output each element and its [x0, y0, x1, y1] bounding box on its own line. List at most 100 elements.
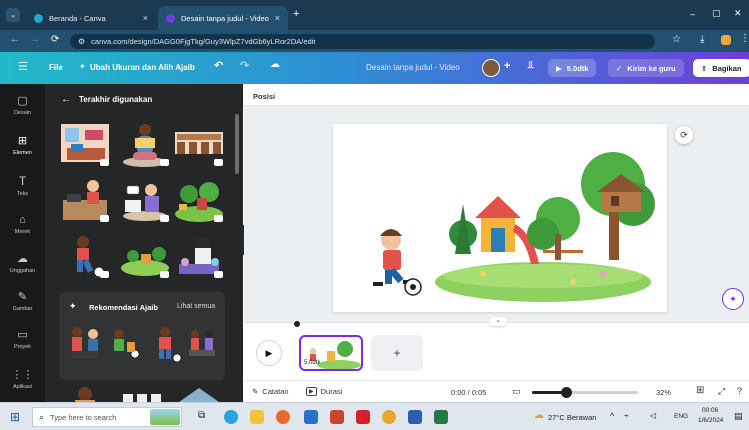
design-page[interactable] [333, 124, 667, 312]
back-arrow-icon[interactable]: ← [10, 34, 20, 45]
extension-icon[interactable] [721, 35, 731, 45]
acrobat-icon[interactable] [356, 410, 370, 424]
timeline-expand-handle[interactable]: ⌄ [489, 317, 507, 326]
close-tab-icon[interactable]: × [275, 13, 280, 23]
excel-icon[interactable] [434, 410, 448, 424]
play-button[interactable]: ▶ [256, 340, 282, 366]
forward-arrow-icon[interactable]: → [30, 34, 40, 45]
hamburger-menu-icon[interactable]: ☰ [18, 60, 28, 73]
element-thumbnail[interactable] [59, 384, 111, 402]
windows-start-icon[interactable]: ⊞ [10, 410, 20, 424]
play-duration-button[interactable]: ▶ 5.0dtk [548, 59, 597, 77]
browser-menu-icon[interactable]: ⋮ [740, 33, 749, 44]
resize-button[interactable]: Ubah Ukuran dan Alih Ajaib [90, 63, 195, 72]
timeline-clip[interactable]: 5.0dtk [299, 335, 363, 371]
animated-badge [214, 271, 223, 278]
close-window-button[interactable]: ✕ [734, 8, 742, 19]
element-thumbnail[interactable] [59, 232, 111, 280]
position-button[interactable]: Posisi [253, 92, 275, 101]
tab-search-button[interactable]: ⌄ [6, 8, 20, 22]
notes-button[interactable]: ✎ Catatan [252, 387, 289, 396]
close-tab-icon[interactable]: × [143, 13, 148, 23]
document-title[interactable]: Desain tanpa judul - Video [366, 63, 460, 72]
element-thumbnail[interactable] [119, 120, 171, 168]
fullscreen-icon[interactable]: ⤢ [718, 386, 725, 397]
undo-icon[interactable]: ↶ [214, 59, 223, 72]
send-to-teacher-button[interactable]: ✓ Kirim ke guru [608, 59, 684, 77]
rail-item-apps[interactable]: ⋮⋮ Aplikasi [0, 368, 45, 390]
editor-menu-bar: ☰ File ✦ Ubah Ukuran dan Alih Ajaib ↶ ↷ … [0, 52, 749, 84]
clock-time[interactable]: 00:06 [702, 407, 718, 414]
notes-label: Catatan [262, 387, 289, 396]
maximize-button[interactable]: ▢ [712, 8, 721, 19]
tab-beranda[interactable]: Beranda - Canva × [26, 6, 156, 30]
element-thumbnail[interactable] [59, 176, 111, 224]
file-explorer-icon[interactable] [250, 410, 264, 424]
element-thumbnail[interactable] [173, 384, 225, 402]
help-icon[interactable]: ? [737, 386, 742, 396]
duration-button[interactable]: ▶ Durasi [306, 387, 342, 396]
tray-chevron-icon[interactable]: ^ [610, 411, 614, 421]
recommendation-item[interactable] [67, 324, 105, 364]
firefox-icon[interactable] [276, 410, 290, 424]
word-icon[interactable] [408, 410, 422, 424]
address-field[interactable]: ⚙ canva.com/design/DAGG0FjgTkg/Guy3WlpZ7… [70, 34, 655, 49]
language-indicator[interactable]: ENG [674, 413, 688, 420]
rail-item-draw[interactable]: ✎ Gambar [0, 290, 45, 312]
zoom-slider[interactable] [532, 387, 638, 398]
rail-item-text[interactable]: T Teks [0, 174, 45, 197]
cloud-save-icon[interactable]: ☁ [270, 59, 280, 70]
clock-date[interactable]: 1/6/2024 [698, 417, 723, 424]
zoom-value[interactable]: 32% [656, 388, 671, 397]
rail-item-design[interactable]: ▢ Desain [0, 94, 45, 116]
duration-icon: ▶ [306, 387, 317, 396]
element-thumbnail[interactable] [173, 232, 225, 280]
add-people-button[interactable]: + [504, 60, 510, 72]
rail-item-projects[interactable]: ▭ Proyek [0, 328, 45, 350]
reload-icon[interactable]: ⟳ [51, 34, 59, 45]
rail-item-elements[interactable]: ⊞ Elemen [0, 134, 45, 156]
element-thumbnail[interactable] [173, 176, 225, 224]
refresh-page-button[interactable]: ⟳ [675, 126, 693, 144]
magic-assistant-button[interactable]: ✦ [722, 288, 744, 310]
see-all-link[interactable]: Lihat semua [177, 303, 215, 310]
playhead-marker[interactable] [294, 321, 300, 327]
bookmark-star-icon[interactable]: ☆ [672, 34, 681, 45]
element-thumbnail[interactable] [59, 120, 111, 168]
download-icon[interactable]: ⤓ [700, 34, 704, 45]
notifications-icon[interactable]: ▤ [734, 411, 743, 422]
redo-icon[interactable]: ↷ [240, 59, 249, 72]
task-view-icon[interactable]: ⧉ [198, 410, 205, 421]
element-thumbnail[interactable] [119, 384, 171, 402]
back-button[interactable]: ← [61, 94, 71, 105]
user-avatar[interactable] [482, 59, 500, 77]
grid-view-icon[interactable]: ⊞ [696, 385, 704, 396]
tab-desain[interactable]: Desain tanpa judul - Video × [158, 6, 288, 30]
add-page-button[interactable]: + [371, 335, 423, 371]
minimize-button[interactable]: – [690, 9, 695, 19]
rail-item-brand[interactable]: ⌂ Merek [0, 214, 45, 235]
powerpoint-icon[interactable] [330, 410, 344, 424]
element-thumbnail[interactable] [119, 232, 171, 280]
new-tab-button[interactable]: + [293, 8, 299, 20]
network-icon[interactable]: ⌁ [624, 411, 629, 420]
file-menu[interactable]: File [49, 63, 63, 72]
edge-icon[interactable] [224, 410, 238, 424]
chrome-icon[interactable] [382, 410, 396, 424]
analytics-icon[interactable]: ⫫ [528, 60, 534, 71]
element-thumbnail[interactable] [119, 176, 171, 224]
rail-item-uploads[interactable]: ☁ Unggahan [0, 252, 45, 274]
mail-icon[interactable] [304, 410, 318, 424]
share-button[interactable]: ⇪ Bagikan [693, 59, 749, 77]
panel-scrollbar[interactable] [235, 114, 239, 174]
volume-icon[interactable]: ◁ [650, 411, 656, 420]
animated-badge [100, 271, 109, 278]
page-view-icon[interactable]: ▭ [512, 386, 521, 397]
recommendation-item[interactable] [147, 324, 183, 364]
clip-duration: 5.0dtk [304, 360, 321, 366]
recommendation-item[interactable] [185, 324, 219, 364]
zoom-slider-thumb[interactable] [561, 387, 572, 398]
weather-text[interactable]: 27°C Berawan [548, 413, 596, 422]
element-thumbnail[interactable] [173, 120, 225, 168]
recommendation-item[interactable] [107, 324, 145, 364]
